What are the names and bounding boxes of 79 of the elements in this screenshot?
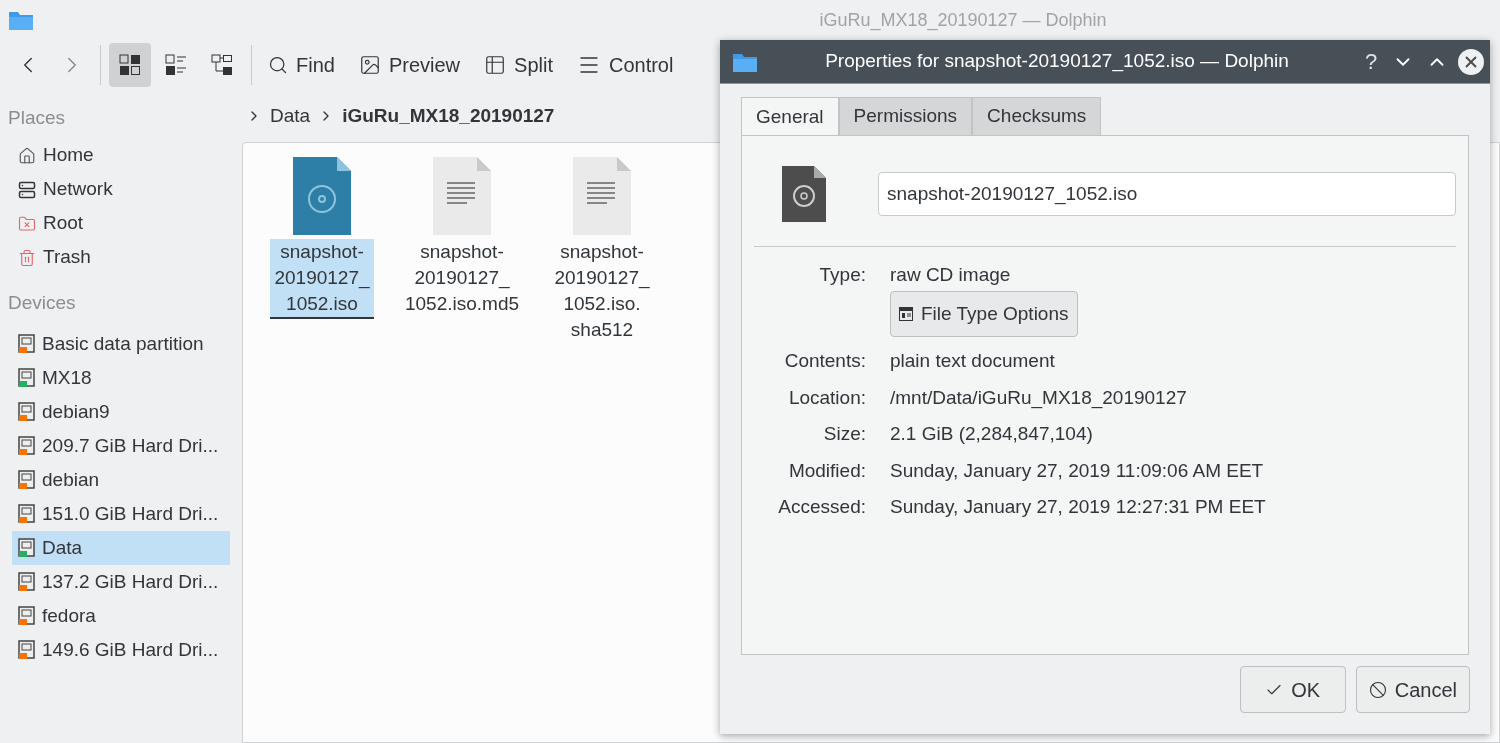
- drive-icon: [18, 470, 36, 490]
- drive-icon: [18, 606, 36, 626]
- dialog-title: Properties for snapshot-20190127_1052.iso — Dolphin: [824, 49, 1290, 74]
- property-label: Accessed:: [777, 495, 866, 519]
- tab[interactable]: Permissions: [838, 97, 973, 136]
- sidebar-item[interactable]: Root: [12, 206, 230, 241]
- section-heading: Devices: [7, 290, 77, 315]
- help-button[interactable]: ?: [1356, 45, 1386, 78]
- image-icon: [358, 54, 381, 76]
- property-label: Location:: [787, 385, 866, 410]
- drive-icon: [18, 436, 36, 456]
- view-mode-button[interactable]: [109, 43, 151, 87]
- tree-view-icon: [211, 54, 233, 76]
- property-value: /mnt/Data/iGuRu_MX18_20190127: [890, 385, 1188, 411]
- text-file-icon: [433, 157, 491, 235]
- sidebar-item[interactable]: debian: [12, 463, 230, 497]
- file-name: snapshot- 20190127_ 1052.iso.md5: [403, 240, 521, 316]
- sidebar-item[interactable]: 151.0 GiB Hard Dri...: [12, 497, 230, 531]
- disc-file-icon: [293, 157, 351, 235]
- breadcrumb-item[interactable]: iGuRu_MX18_20190127: [342, 98, 555, 134]
- drive-icon: [18, 572, 36, 592]
- property-label: Contents:: [783, 349, 866, 373]
- drive-icon: [18, 640, 36, 660]
- file-item[interactable]: snapshot- 20190127_ 1052.iso. sha512: [537, 157, 667, 343]
- close-button[interactable]: [1458, 48, 1484, 75]
- drive-icon: [18, 538, 36, 558]
- list-view-icon: [165, 54, 187, 76]
- sidebar-item[interactable]: 149.6 GiB Hard Dri...: [12, 633, 230, 667]
- disc-file-icon: [782, 166, 826, 222]
- toolbar-button[interactable]: Split: [476, 43, 561, 87]
- server-icon: [18, 180, 36, 199]
- drive-icon: [18, 402, 36, 422]
- file-name: snapshot- 20190127_ 1052.iso. sha512: [553, 240, 651, 342]
- folder-icon: [8, 9, 34, 31]
- property-value: Sunday, January 27, 2019 12:27:31 PM EET: [890, 495, 1267, 519]
- cancel-button[interactable]: Cancel: [1355, 666, 1470, 713]
- sidebar-item[interactable]: Home: [12, 138, 230, 173]
- property-value: plain text document: [890, 349, 1056, 373]
- sidebar-item[interactable]: 137.2 GiB Hard Dri...: [12, 565, 230, 599]
- drive-icon: [18, 334, 36, 354]
- name-field[interactable]: snapshot-20190127_1052.iso: [878, 172, 1456, 216]
- cancel-icon: [1368, 680, 1387, 699]
- tab[interactable]: Checksums: [972, 97, 1102, 136]
- sidebar-item[interactable]: MX18: [12, 361, 230, 395]
- ok-button[interactable]: OK: [1239, 666, 1346, 713]
- file-type-options-button[interactable]: File Type Options: [890, 291, 1078, 337]
- property-value: Sunday, January 27, 2019 11:09:06 AM EET: [890, 458, 1265, 483]
- sidebar-item[interactable]: debian9: [12, 395, 230, 429]
- drive-icon: [18, 368, 36, 388]
- property-label: Type:: [818, 263, 866, 287]
- drive-icon: [18, 504, 36, 524]
- grid-view-icon: [119, 54, 141, 76]
- toolbar-button[interactable]: Find: [260, 43, 343, 87]
- sidebar-item[interactable]: 209.7 GiB Hard Dri...: [12, 429, 230, 463]
- section-heading: Places: [7, 106, 67, 130]
- file-item[interactable]: snapshot- 20190127_ 1052.iso.md5: [397, 157, 527, 317]
- text-file-icon: [573, 157, 631, 235]
- file-name: snapshot- 20190127_ 1052.iso: [270, 239, 374, 319]
- property-value: 2.1 GiB (2,284,847,104): [890, 422, 1094, 446]
- window-title: iGuRu_MX18_20190127 — Dolphin: [818, 8, 1108, 33]
- window-icon: [899, 307, 913, 321]
- sidebar-item[interactable]: Basic data partition: [12, 327, 230, 361]
- sidebar-item[interactable]: Data: [12, 531, 230, 565]
- file-item[interactable]: snapshot- 20190127_ 1052.iso: [257, 157, 387, 319]
- sidebar-item[interactable]: Network: [12, 172, 230, 207]
- search-icon: [268, 55, 288, 75]
- toolbar-button[interactable]: Control: [568, 43, 682, 87]
- folder-icon: [18, 214, 36, 233]
- trash-icon: [18, 248, 36, 267]
- property-label: Modified:: [787, 458, 866, 483]
- property-label: Size:: [822, 422, 866, 446]
- sidebar-item[interactable]: fedora: [12, 599, 230, 633]
- tab[interactable]: General: [741, 97, 839, 136]
- sidebar-item[interactable]: Trash: [12, 240, 230, 275]
- breadcrumb-item[interactable]: Data: [270, 98, 311, 134]
- property-value: raw CD image: [890, 263, 1012, 287]
- split-view-icon: [484, 54, 507, 76]
- toolbar-button[interactable]: Preview: [350, 43, 469, 87]
- home-icon: [18, 146, 36, 165]
